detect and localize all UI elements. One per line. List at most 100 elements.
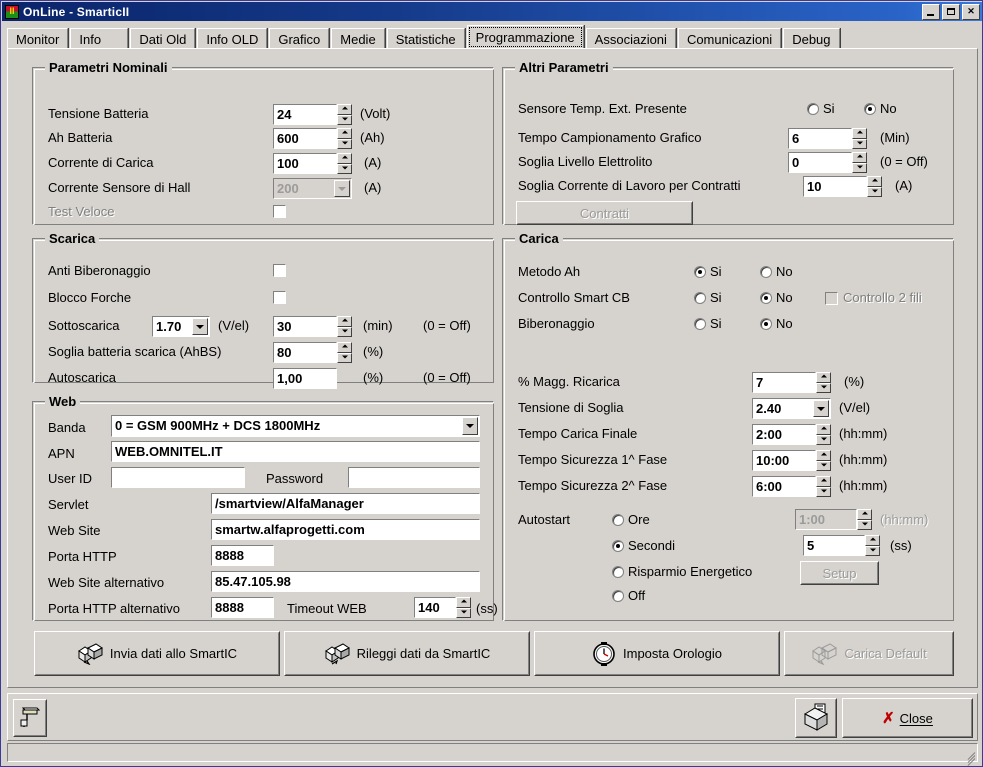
input-tempo-sicurezza-2[interactable]: 6:00 <box>752 476 816 497</box>
spinner-autostart-secondi[interactable] <box>865 535 880 556</box>
spinner-tempo-campionamento[interactable] <box>852 128 867 149</box>
checkbox-test-veloce[interactable] <box>273 205 286 218</box>
input-web-site[interactable]: smartw.alfaprogetti.com <box>211 519 480 540</box>
tab-associazioni[interactable]: Associazioni <box>585 28 676 49</box>
combo-corrente-sensore-hall[interactable]: 200 <box>273 178 352 199</box>
tab-comunicazioni[interactable]: Comunicazioni <box>677 28 782 49</box>
setup-button[interactable]: Setup <box>800 561 879 585</box>
input-porta-http[interactable]: 8888 <box>211 545 274 566</box>
spinner-tempo-sicurezza-2[interactable] <box>816 476 831 497</box>
label-sensore-temp-ext: Sensore Temp. Ext. Presente <box>518 101 687 116</box>
input-autostart-ore[interactable]: 1:00 <box>795 509 857 530</box>
radio-biberonaggio-si[interactable] <box>694 318 706 330</box>
tab-label: Grafico <box>278 31 321 47</box>
radio-biberonaggio-no[interactable] <box>760 318 772 330</box>
spinner-ah-batteria[interactable] <box>337 128 352 149</box>
unit-tensione-soglia: (V/el) <box>839 400 871 415</box>
input-tempo-sicurezza-1[interactable]: 10:00 <box>752 450 816 471</box>
spinner-tempo-carica-finale[interactable] <box>816 424 831 445</box>
radio-autostart-off[interactable] <box>612 590 624 602</box>
spinner-magg-ricarica[interactable] <box>816 372 831 393</box>
combo-tensione-soglia[interactable]: 2.40 <box>752 398 831 419</box>
spinner-soglia-corrente-lavoro[interactable] <box>867 176 882 197</box>
input-sottoscarica-minuti[interactable]: 30 <box>273 316 337 337</box>
label-user-id: User ID <box>48 471 93 486</box>
radio-sensore-temp-si[interactable] <box>807 103 819 115</box>
spinner-timeout-web[interactable] <box>456 597 471 618</box>
combo-banda[interactable]: 0 = GSM 900MHz + DCS 1800MHz <box>111 415 480 437</box>
radio-autostart-ore[interactable] <box>612 514 624 526</box>
radio-autostart-secondi[interactable] <box>612 540 624 552</box>
input-web-site-alternativo[interactable]: 85.47.105.98 <box>211 571 480 592</box>
invia-dati-button[interactable]: Invia dati allo SmartIC <box>34 631 280 676</box>
input-autostart-secondi[interactable]: 5 <box>803 535 865 556</box>
tab-info[interactable]: Info <box>70 28 129 49</box>
input-tensione-batteria[interactable]: 24 <box>273 104 337 125</box>
input-soglia-batteria-scarica[interactable]: 80 <box>273 342 337 363</box>
input-soglia-livello-elettrolito[interactable]: 0 <box>788 152 852 173</box>
spinner-corrente-carica[interactable] <box>337 153 352 174</box>
input-timeout-web[interactable]: 140 <box>414 597 456 618</box>
radio-sensore-temp-no[interactable] <box>864 103 876 115</box>
radio-metodo-ah-si[interactable] <box>694 266 706 278</box>
maximize-button[interactable] <box>942 3 960 20</box>
radio-controllo-smart-cb-si[interactable] <box>694 292 706 304</box>
input-tempo-campionamento[interactable]: 6 <box>788 128 852 149</box>
close-button[interactable]: ✗ Close <box>842 698 973 738</box>
tab-statistiche[interactable]: Statistiche <box>386 28 465 49</box>
rileggi-dati-button-label: Rileggi dati da SmartIC <box>356 646 491 661</box>
radio-metodo-ah-no[interactable] <box>760 266 772 278</box>
tab-label: Monitor <box>16 31 60 47</box>
spinner-soglia-livello-elettrolito[interactable] <box>852 152 867 173</box>
imposta-orologio-button[interactable]: Imposta Orologio <box>534 631 780 676</box>
input-corrente-carica[interactable]: 100 <box>273 153 337 174</box>
radio-autostart-risparmio[interactable] <box>612 566 624 578</box>
input-autoscarica[interactable]: 1,00 <box>273 368 337 389</box>
tab-debug[interactable]: Debug <box>783 28 840 49</box>
combo-sottoscarica-tensione[interactable]: 1.70 <box>152 316 210 337</box>
tab-programmazione[interactable]: Programmazione <box>466 25 584 49</box>
input-ah-batteria[interactable]: 600 <box>273 128 337 149</box>
unit-tensione-batteria: (Volt) <box>360 106 391 121</box>
chevron-down-icon[interactable] <box>462 417 478 435</box>
input-tempo-carica-finale[interactable]: 2:00 <box>752 424 816 445</box>
chevron-down-icon[interactable] <box>192 318 208 335</box>
input-user-id[interactable] <box>111 467 245 488</box>
spinner-tempo-sicurezza-1[interactable] <box>816 450 831 471</box>
plug-button[interactable] <box>13 699 47 737</box>
tab-info-old[interactable]: Info OLD <box>197 28 268 49</box>
plug-icon <box>18 704 42 733</box>
chevron-down-icon[interactable] <box>334 180 350 197</box>
tab-medie[interactable]: Medie <box>331 28 385 49</box>
radio-controllo-smart-cb-no[interactable] <box>760 292 772 304</box>
input-magg-ricarica[interactable]: 7 <box>752 372 816 393</box>
print-button[interactable] <box>795 698 837 738</box>
minimize-button[interactable] <box>922 3 940 20</box>
tab-monitor[interactable]: Monitor <box>7 28 69 49</box>
close-window-button[interactable]: ✕ <box>962 3 980 20</box>
tab-dati-old[interactable]: Dati Old <box>130 28 196 49</box>
tab-label: Associazioni <box>594 31 667 47</box>
spinner-tensione-batteria[interactable] <box>337 104 352 125</box>
input-password[interactable] <box>348 467 480 488</box>
spinner-soglia-batteria-scarica[interactable] <box>337 342 352 363</box>
resize-grip[interactable] <box>961 746 976 766</box>
input-porta-http-alternativo[interactable]: 8888 <box>211 597 274 618</box>
input-soglia-corrente-lavoro[interactable]: 10 <box>803 176 867 197</box>
checkbox-blocco-forche[interactable] <box>273 291 286 304</box>
label-controllo-2-fili: Controllo 2 fili <box>843 290 922 305</box>
input-apn[interactable]: WEB.OMNITEL.IT <box>111 441 480 462</box>
spinner-sottoscarica-minuti[interactable] <box>337 316 352 337</box>
label-ah-batteria: Ah Batteria <box>48 130 113 145</box>
checkbox-anti-biberonaggio[interactable] <box>273 264 286 277</box>
rileggi-dati-button[interactable]: Rileggi dati da SmartIC <box>284 631 530 676</box>
chevron-down-icon[interactable] <box>813 400 829 417</box>
contratti-button[interactable]: Contratti <box>516 201 693 225</box>
tab-grafico[interactable]: Grafico <box>269 28 330 49</box>
carica-default-button[interactable]: Carica Default <box>784 631 954 676</box>
checkbox-controllo-2-fili[interactable] <box>825 292 838 305</box>
input-servlet[interactable]: /smartview/AlfaManager <box>211 493 480 514</box>
tab-bar: Monitor Info Dati Old Info OLD Grafico M… <box>7 25 978 49</box>
tab-label: Medie <box>340 31 376 47</box>
spinner-autostart-ore[interactable] <box>857 509 872 530</box>
